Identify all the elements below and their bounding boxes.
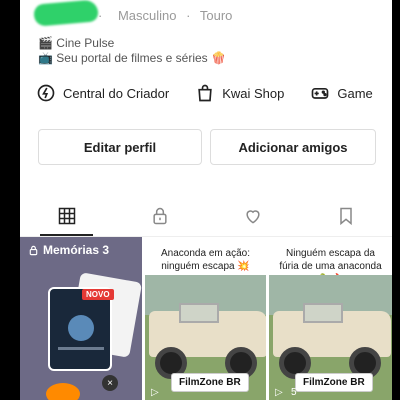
creator-center-shortcut[interactable]: Central do Criador: [36, 82, 169, 104]
tab-posts[interactable]: [20, 196, 113, 236]
kwai-shop-shortcut[interactable]: Kwai Shop: [195, 82, 284, 104]
view-count: 5: [291, 387, 297, 398]
new-badge: NOVO: [82, 289, 114, 300]
memories-text: Memórias 3: [43, 243, 110, 257]
grid-icon: [58, 207, 75, 225]
profile-tabs: [20, 196, 392, 236]
separator: ·: [98, 8, 103, 23]
profile-header: · Masculino · Touro 🎬 Cine Pulse 📺 Seu p…: [20, 0, 392, 70]
profile-meta-line: · Masculino · Touro: [98, 8, 232, 23]
video-thumbnail[interactable]: Anaconda em ação: ninguém escapa 💥 FilmZ…: [145, 237, 266, 400]
edit-profile-button[interactable]: Editar perfil: [38, 129, 202, 165]
tab-saved[interactable]: [299, 196, 392, 236]
card-text-line: [58, 347, 104, 350]
memory-emoji: [46, 383, 80, 400]
jeep-window: [179, 303, 219, 323]
play-icon: ▷: [275, 387, 283, 398]
avatar: [68, 315, 94, 341]
shortcuts-row: Central do Criador Kwai Shop Game: [36, 82, 392, 104]
bio-line-1: 🎬 Cine Pulse: [38, 36, 115, 50]
brand-label: FilmZone BR: [171, 373, 249, 392]
lock-icon: [152, 207, 167, 225]
creator-center-icon: [37, 84, 55, 102]
bookmark-icon: [339, 207, 352, 226]
shortcut-label: Central do Criador: [63, 85, 170, 101]
game-shortcut[interactable]: Game: [310, 82, 373, 104]
jeep-window: [303, 303, 343, 323]
profile-screen: · Masculino · Touro 🎬 Cine Pulse 📺 Seu p…: [20, 0, 392, 400]
play-icon: ▷: [151, 387, 159, 398]
bio-line-2: 📺 Seu portal de filmes e séries 🍿: [38, 51, 226, 65]
shortcut-label: Kwai Shop: [222, 85, 285, 101]
video-caption: Anaconda em ação: ninguém escapa 💥: [161, 248, 250, 272]
gamepad-icon: [312, 88, 329, 99]
separator: ·: [186, 8, 191, 23]
tab-liked[interactable]: [206, 196, 299, 236]
lock-icon: [29, 245, 38, 255]
brand-label: FilmZone BR: [295, 373, 373, 392]
shortcut-label: Game: [337, 85, 373, 101]
tab-private[interactable]: [113, 196, 206, 236]
shopping-bag-icon: [198, 84, 212, 102]
video-thumbnail[interactable]: Ninguém escapa da fúria de uma anaconda …: [269, 237, 392, 400]
heart-icon: [245, 210, 260, 224]
zodiac-label: Touro: [199, 8, 233, 23]
redacted-username: [33, 0, 99, 27]
memories-label: Memórias 3: [28, 243, 109, 257]
add-friends-button[interactable]: Adicionar amigos: [210, 129, 376, 165]
memories-card[interactable]: Memórias 3 NOVO ×: [20, 237, 142, 400]
close-icon[interactable]: ×: [102, 375, 118, 391]
video-grid: Memórias 3 NOVO × Anaconda em ação: ning…: [20, 237, 392, 400]
gender-label: Masculino: [117, 8, 177, 23]
